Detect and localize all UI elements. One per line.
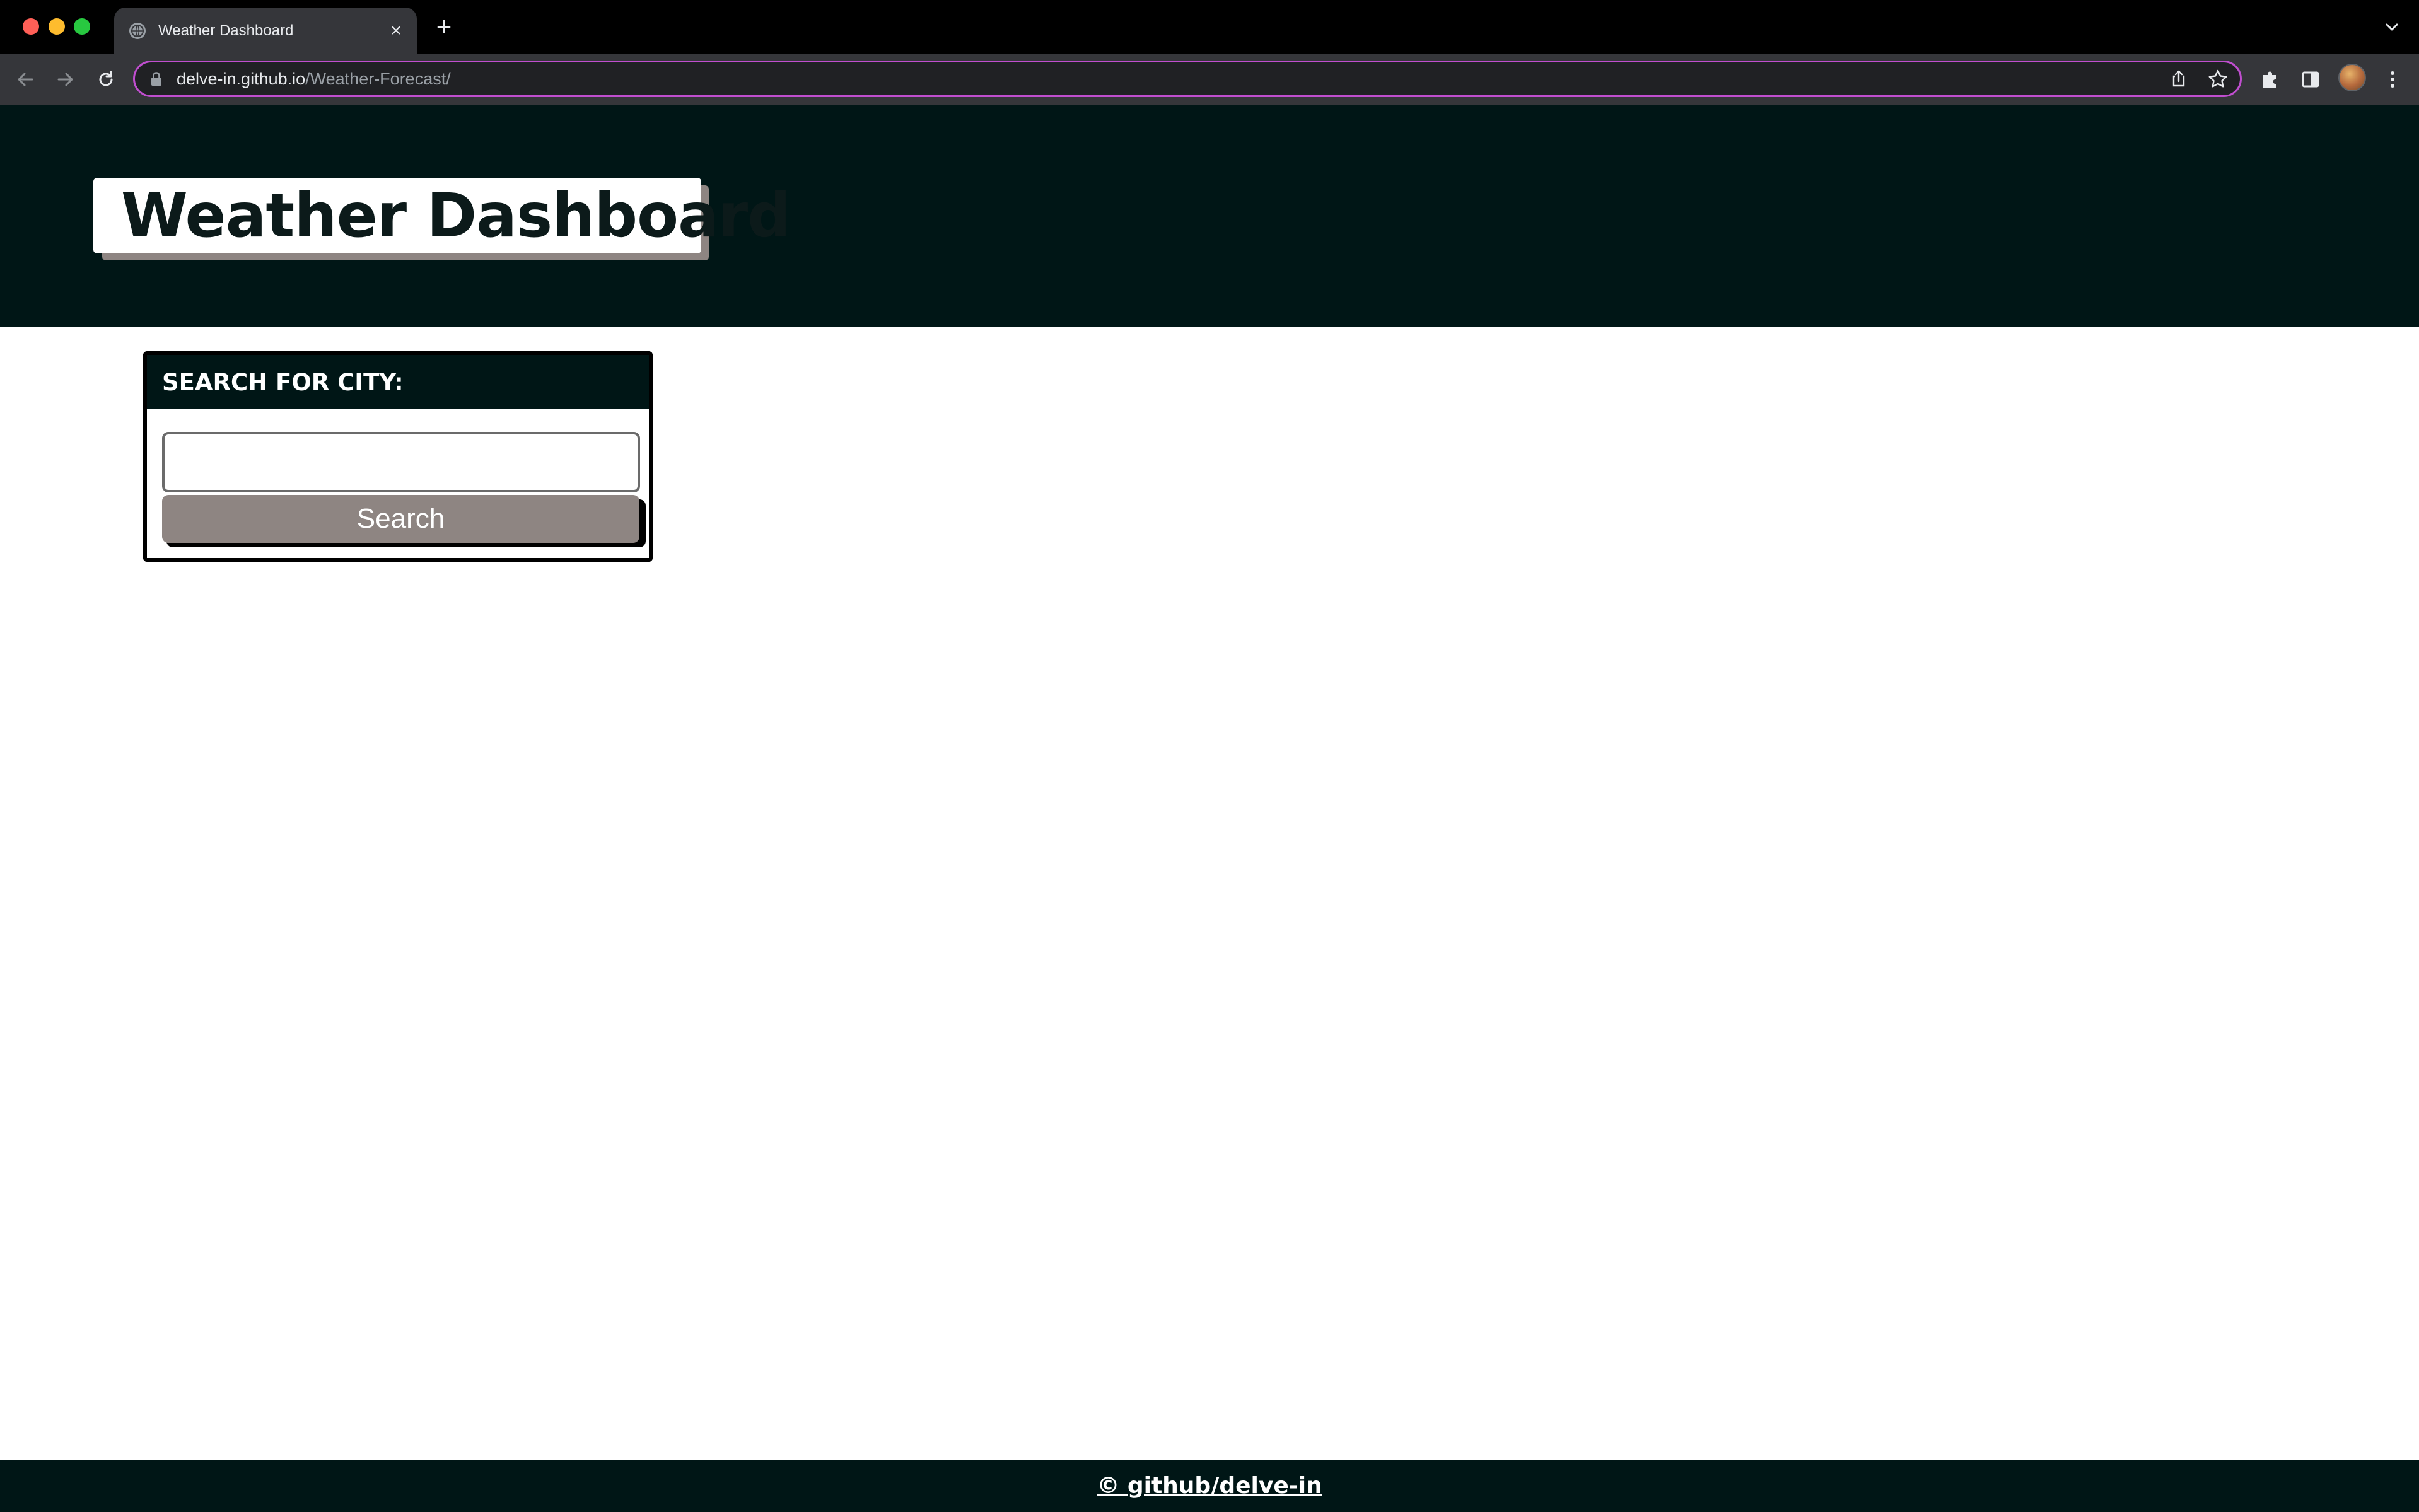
browser-tab[interactable]: Weather Dashboard × [114, 8, 417, 54]
page-footer: © github/delve-in [0, 1460, 2419, 1512]
search-button[interactable]: Search [162, 495, 639, 543]
more-menu-icon[interactable] [2380, 67, 2405, 92]
lock-icon[interactable] [149, 71, 164, 87]
address-bar[interactable]: delve-in.github.io/Weather-Forecast/ [133, 61, 2242, 97]
tab-title: Weather Dashboard [158, 22, 294, 39]
browser-toolbar: delve-in.github.io/Weather-Forecast/ [0, 54, 2419, 105]
url-text[interactable]: delve-in.github.io/Weather-Forecast/ [177, 68, 451, 90]
reload-icon[interactable] [92, 66, 120, 93]
tab-search-chevron-icon[interactable] [2381, 16, 2403, 38]
profile-avatar[interactable] [2338, 64, 2366, 91]
globe-icon [129, 23, 146, 39]
url-domain: delve-in.github.io [177, 69, 306, 88]
close-window-button[interactable] [23, 18, 39, 35]
city-search-card: SEARCH FOR CITY: Search [143, 351, 653, 562]
maximize-window-button[interactable] [74, 18, 90, 35]
extensions-puzzle-icon[interactable] [2258, 67, 2283, 92]
side-panel-icon[interactable] [2298, 67, 2323, 92]
minimize-window-button[interactable] [49, 18, 65, 35]
url-path: /Weather-Forecast/ [305, 69, 451, 88]
share-icon[interactable] [2168, 68, 2189, 90]
city-search-input[interactable] [162, 432, 640, 492]
search-card-title: SEARCH FOR CITY: [162, 369, 404, 396]
page-title: Weather Dashboard [121, 180, 791, 251]
forward-arrow-icon[interactable] [52, 66, 79, 93]
bookmark-star-icon[interactable] [2207, 68, 2229, 90]
back-arrow-icon[interactable] [11, 66, 39, 93]
tab-close-icon[interactable]: × [385, 20, 407, 42]
new-tab-plus-icon[interactable]: + [431, 13, 457, 40]
search-card-header: SEARCH FOR CITY: [147, 355, 649, 409]
github-footer-link[interactable]: © github/delve-in [0, 1472, 2419, 1501]
browser-tab-bar: Weather Dashboard × + [0, 0, 2419, 54]
